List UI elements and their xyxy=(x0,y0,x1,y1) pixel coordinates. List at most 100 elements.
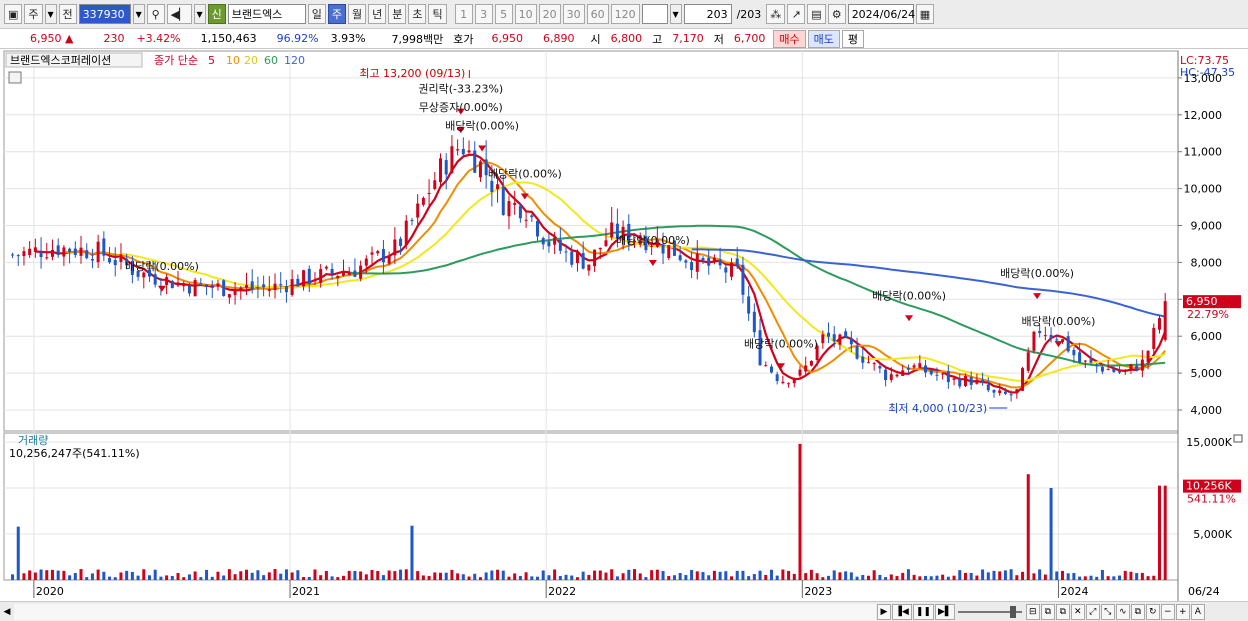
bottom-scrollbar: ◀ ▶ ▐◀ ❚❚ ▶▌ ⊟ ⧉ ⧉ ✕ ⤢ ⤡ ∿ ⧉ ↻ − + A xyxy=(0,601,1248,621)
volume-bar xyxy=(182,577,186,580)
volume-bar xyxy=(273,569,277,580)
interval-60-button[interactable]: 60 xyxy=(586,4,609,24)
volume-bar xyxy=(650,570,654,580)
high-annotation: 최고 13,200 (09/13) xyxy=(359,67,465,80)
chart-area[interactable]: 4,0005,0006,0007,0008,0009,00010,00011,0… xyxy=(0,50,1248,601)
candle-body xyxy=(575,252,579,264)
scroll-pause-icon[interactable]: ❚❚ xyxy=(912,603,934,620)
period-week-button[interactable]: 주 xyxy=(327,4,346,24)
period-minute-button[interactable]: 분 xyxy=(388,4,407,24)
interval-custom-input[interactable] xyxy=(641,4,668,24)
compare-icon[interactable]: ⧉ xyxy=(1055,603,1070,620)
period-day-button[interactable]: 일 xyxy=(307,4,326,24)
candle-body xyxy=(884,369,888,381)
volume-bar xyxy=(633,569,637,580)
interval-10-button[interactable]: 10 xyxy=(514,4,537,24)
font-size-icon[interactable]: A xyxy=(1190,603,1205,620)
price-chart[interactable]: 4,0005,0006,0007,0008,0009,00010,00011,0… xyxy=(0,50,1248,601)
event-label: 배당락(0.00%) xyxy=(1022,315,1096,328)
zoom-slider[interactable] xyxy=(957,605,1022,618)
count-input[interactable]: 203 xyxy=(683,4,732,24)
volume-bar xyxy=(775,575,779,580)
fib-tool-icon[interactable]: ⤡ xyxy=(1100,603,1115,620)
scroll-track[interactable] xyxy=(14,603,876,620)
volume-bar xyxy=(336,577,340,580)
split-view-icon[interactable]: ⊟ xyxy=(1025,603,1040,620)
gear-icon[interactable]: ⚙ xyxy=(827,4,846,24)
volume-bar xyxy=(672,575,676,580)
legend-stock-name: 브랜드엑스코퍼레이션 xyxy=(10,54,111,67)
prev-button[interactable]: 전 xyxy=(58,4,77,24)
last-volume-pct: 541.11% xyxy=(1187,493,1236,506)
candle-body xyxy=(935,374,939,376)
refresh-icon[interactable]: ↻ xyxy=(1145,603,1160,620)
scroll-left-icon[interactable]: ◀ xyxy=(0,604,14,620)
save-icon[interactable]: ▤ xyxy=(807,4,826,24)
volume-bar xyxy=(832,570,836,580)
candle-body xyxy=(804,365,808,372)
volume-bar xyxy=(302,576,306,580)
speaker-dropdown-icon[interactable]: ▼ xyxy=(193,4,206,24)
chevron-down-icon[interactable]: ▼ xyxy=(44,4,57,24)
price-change: 230 xyxy=(103,32,125,45)
candle-body xyxy=(547,241,551,247)
date-input[interactable]: 2024/06/24 xyxy=(847,4,915,24)
layout-icon[interactable]: ▣ xyxy=(4,4,23,24)
scroll-last-icon[interactable]: ▶▌ xyxy=(934,603,955,620)
volume-bar xyxy=(113,577,117,580)
candle-body xyxy=(1106,369,1110,371)
volume-bar xyxy=(1112,576,1116,580)
interval-120-button[interactable]: 120 xyxy=(610,4,640,24)
volume-bar xyxy=(530,576,534,580)
candle-body xyxy=(827,332,831,337)
eval-button[interactable]: 평 xyxy=(841,29,865,48)
copy-icon[interactable]: ⧉ xyxy=(1130,603,1145,620)
zoom-in-icon[interactable]: + xyxy=(1175,603,1190,620)
code-dropdown-icon[interactable]: ▼ xyxy=(132,4,145,24)
interval-5-button[interactable]: 5 xyxy=(494,4,513,24)
calendar-icon[interactable]: ▦ xyxy=(915,4,935,24)
speaker-icon[interactable]: ◀▏ xyxy=(166,4,192,24)
period-year-button[interactable]: 년 xyxy=(368,4,387,24)
volume-bar xyxy=(695,571,699,580)
candle-body xyxy=(267,289,271,291)
price-change-pct: +3.42% xyxy=(136,32,181,45)
period-tick-button[interactable]: 틱 xyxy=(428,4,447,24)
volume-bar xyxy=(981,569,985,580)
chart-tools-icon[interactable]: ⁂ xyxy=(766,4,786,24)
period-second-button[interactable]: 초 xyxy=(408,4,427,24)
interval-dropdown-icon[interactable]: ▼ xyxy=(669,4,682,24)
period-mode-select[interactable]: 주 xyxy=(24,4,43,24)
interval-3-button[interactable]: 3 xyxy=(474,4,493,24)
candle-body xyxy=(918,363,922,368)
scroll-first-icon[interactable]: ▐◀ xyxy=(892,603,912,620)
candle-body xyxy=(712,257,716,263)
interval-20-button[interactable]: 20 xyxy=(538,4,561,24)
volume-bar xyxy=(758,570,762,580)
stock-name-field[interactable]: 브랜드엑스 xyxy=(227,4,306,24)
scroll-right-icon[interactable]: ▶ xyxy=(877,603,891,620)
period-month-button[interactable]: 월 xyxy=(347,4,367,24)
event-label: 배당락(0.00%) xyxy=(616,234,690,247)
zoom-out-icon[interactable]: − xyxy=(1160,603,1175,620)
candle-body xyxy=(730,262,734,277)
candle-body xyxy=(752,311,756,333)
indicator-table-icon[interactable] xyxy=(8,71,22,84)
draw-tool-icon[interactable]: ↗ xyxy=(787,4,806,24)
turnover-rate: 3.93% xyxy=(330,32,366,45)
interval-1-button[interactable]: 1 xyxy=(454,4,473,24)
overlay-icon[interactable]: ⧉ xyxy=(1040,603,1055,620)
interval-30-button[interactable]: 30 xyxy=(562,4,585,24)
candle-body xyxy=(610,222,614,238)
search-icon[interactable]: ⚲ xyxy=(146,4,165,24)
stock-code-input[interactable]: 337930 xyxy=(78,4,131,24)
crosshair-icon[interactable]: ✕ xyxy=(1070,603,1085,620)
candle-body xyxy=(998,390,1002,394)
volume-bar xyxy=(844,571,848,580)
trend-tool-icon[interactable]: ⤢ xyxy=(1085,603,1100,620)
buy-button[interactable]: 매수 xyxy=(773,29,806,48)
ask-price: 6,950 xyxy=(491,32,524,45)
candle-body xyxy=(1066,336,1070,352)
wave-tool-icon[interactable]: ∿ xyxy=(1115,603,1130,620)
sell-button[interactable]: 매도 xyxy=(807,29,840,48)
